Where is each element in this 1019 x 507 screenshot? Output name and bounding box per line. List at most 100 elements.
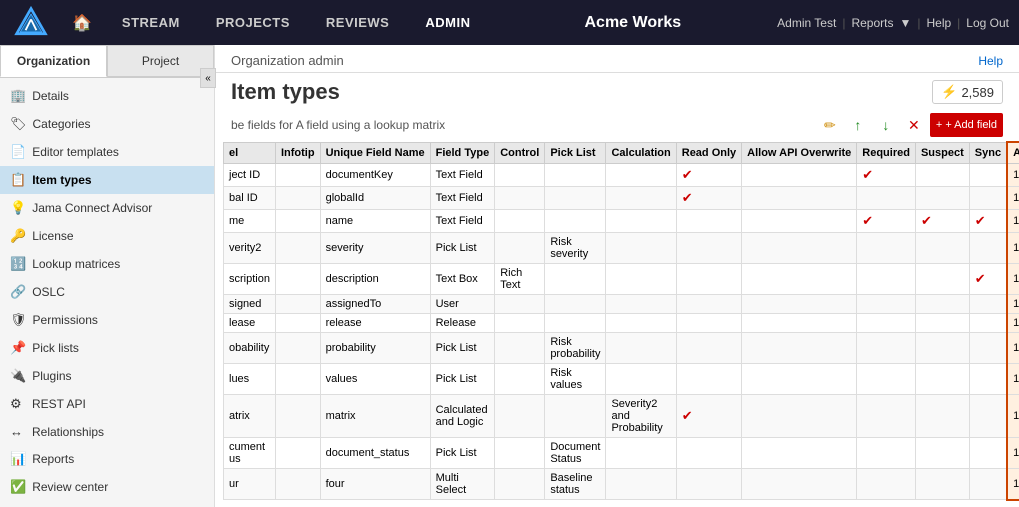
table-row[interactable]: signedassignedToUser1420: [224, 295, 1019, 314]
delete-button[interactable]: ✕: [902, 113, 926, 137]
sidebar-item-categories[interactable]: 🏷 Categories: [0, 110, 214, 138]
table-cell: [545, 295, 606, 314]
sidebar-label-details: Details: [32, 89, 69, 103]
sidebar-item-lookup-matrices[interactable]: 🔢 Lookup matrices: [0, 250, 214, 278]
table-cell: [969, 164, 1007, 187]
sidebar-item-editor-templates[interactable]: 📄 Editor templates: [0, 138, 214, 166]
col-header-required: Required: [857, 142, 916, 164]
sidebar-item-license[interactable]: 🔑 License: [0, 222, 214, 250]
table-cell: [742, 314, 857, 333]
logout-link[interactable]: Log Out: [966, 16, 1009, 30]
table-cell: [857, 364, 916, 395]
edit-button[interactable]: ✏: [818, 113, 842, 137]
table-cell: Baseline status: [545, 469, 606, 500]
move-up-button[interactable]: ↑: [846, 113, 870, 137]
table-row[interactable]: scriptiondescriptionText BoxRich Text✔14…: [224, 264, 1019, 295]
table-cell: [742, 187, 857, 210]
table-cell: lues: [224, 364, 276, 395]
page-title-row: Item types ⚡ 2,589: [215, 73, 1019, 111]
table-cell: [969, 469, 1007, 500]
table-cell: ✔: [969, 210, 1007, 233]
nav-admin[interactable]: ADMIN: [407, 0, 488, 45]
table-cell: [857, 314, 916, 333]
table-cell: [915, 438, 969, 469]
table-cell: [495, 210, 545, 233]
table-row[interactable]: ject IDdocumentKeyText Field✔✔1416: [224, 164, 1019, 187]
table-cell: [495, 314, 545, 333]
sidebar-item-rest-api[interactable]: ⚙ REST API: [0, 390, 214, 418]
sidebar-collapse-button[interactable]: «: [200, 68, 216, 88]
help-link[interactable]: Help: [926, 16, 951, 30]
sidebar-item-stream[interactable]: ≡ Stream: [0, 501, 214, 507]
table-cell: Pick List: [430, 333, 495, 364]
reports-link[interactable]: Reports: [851, 16, 893, 30]
table-cell: ✔: [969, 264, 1007, 295]
table-row[interactable]: bal IDglobalIdText Field✔1417: [224, 187, 1019, 210]
table-row[interactable]: verity2severityPick ListRisk severity142…: [224, 233, 1019, 264]
sidebar-item-item-types[interactable]: 📋 Item types: [0, 166, 214, 194]
table-cell: [857, 438, 916, 469]
sidebar-item-review-center[interactable]: ✅ Review center: [0, 473, 214, 501]
sidebar-item-jca[interactable]: 💡 Jama Connect Advisor: [0, 194, 214, 222]
sidebar-label-pick-lists: Pick lists: [32, 341, 79, 355]
table-cell: [742, 438, 857, 469]
table-cell: [857, 469, 916, 500]
table-container[interactable]: el Infotip Unique Field Name Field Type …: [215, 141, 1019, 507]
table-cell: Pick List: [430, 438, 495, 469]
add-field-button[interactable]: + + Add field: [930, 113, 1003, 137]
sidebar-item-relationships[interactable]: ↔ Relationships: [0, 418, 214, 445]
table-row[interactable]: atrixmatrixCalculated and LogicSeverity2…: [224, 395, 1019, 438]
sidebar: Organization Project 🏢 Details 🏷 Categor…: [0, 45, 215, 507]
table-row[interactable]: luesvaluesPick ListRisk values1424: [224, 364, 1019, 395]
sidebar-label-review-center: Review center: [32, 480, 108, 494]
sidebar-item-oslc[interactable]: 🔗 OSLC: [0, 278, 214, 306]
sidebar-item-reports[interactable]: 📊 Reports: [0, 445, 214, 473]
table-cell: [969, 364, 1007, 395]
table-row[interactable]: leasereleaseRelease1421: [224, 314, 1019, 333]
table-cell: [915, 364, 969, 395]
plugins-icon: 🔌: [10, 368, 26, 384]
rest-api-icon: ⚙: [10, 396, 26, 412]
categories-icon: 🏷: [10, 116, 27, 132]
col-header-allow-api-overwrite: Allow API Overwrite: [742, 142, 857, 164]
table-cell: [545, 164, 606, 187]
table-cell: Text Box: [430, 264, 495, 295]
pick-lists-icon: 📌: [10, 340, 26, 356]
nav-reviews[interactable]: REVIEWS: [308, 0, 407, 45]
table-cell: [545, 210, 606, 233]
reports-dropdown-icon[interactable]: ▼: [899, 16, 911, 30]
table-cell: Risk probability: [545, 333, 606, 364]
table-cell: [676, 314, 741, 333]
table-cell: [857, 264, 916, 295]
table-cell: [915, 395, 969, 438]
table-cell: [275, 210, 320, 233]
home-nav-item[interactable]: 🏠: [60, 0, 104, 45]
table-cell: [969, 333, 1007, 364]
table-cell: [676, 264, 741, 295]
app-logo[interactable]: [10, 2, 52, 44]
user-name[interactable]: Admin Test: [777, 16, 836, 30]
sidebar-label-rest-api: REST API: [32, 397, 86, 411]
table-row[interactable]: urfourMulti SelectBaseline status1845: [224, 469, 1019, 500]
table-row[interactable]: menameText Field✔✔✔1418: [224, 210, 1019, 233]
table-row[interactable]: cument usdocument_statusPick ListDocumen…: [224, 438, 1019, 469]
nav-projects[interactable]: PROJECTS: [198, 0, 308, 45]
add-field-label: + Add field: [945, 119, 997, 131]
table-cell: 1419: [1007, 264, 1019, 295]
tab-organization[interactable]: Organization: [0, 45, 107, 77]
table-row[interactable]: obabilityprobabilityPick ListRisk probab…: [224, 333, 1019, 364]
help-button[interactable]: Help: [978, 54, 1003, 68]
table-cell: [606, 364, 676, 395]
tab-project[interactable]: Project: [107, 45, 214, 77]
move-down-button[interactable]: ↓: [874, 113, 898, 137]
sidebar-item-details[interactable]: 🏢 Details: [0, 82, 214, 110]
table-cell: [676, 469, 741, 500]
sidebar-item-permissions[interactable]: 🛡 Permissions: [0, 306, 214, 334]
nav-stream[interactable]: STREAM: [104, 0, 198, 45]
col-header-infotip: Infotip: [275, 142, 320, 164]
sidebar-item-plugins[interactable]: 🔌 Plugins: [0, 362, 214, 390]
table-cell: Pick List: [430, 364, 495, 395]
table-cell: ✔: [915, 210, 969, 233]
sidebar-item-pick-lists[interactable]: 📌 Pick lists: [0, 334, 214, 362]
table-cell: matrix: [320, 395, 430, 438]
